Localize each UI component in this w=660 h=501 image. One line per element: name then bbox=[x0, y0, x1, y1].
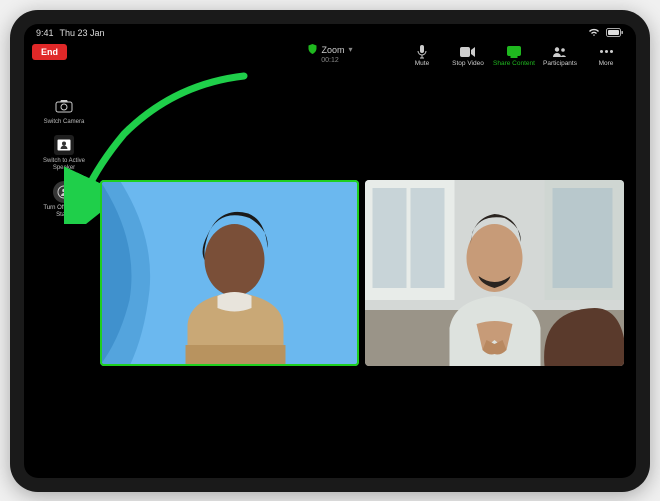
meeting-timer: 00:12 bbox=[321, 57, 339, 64]
video-tile-self[interactable] bbox=[100, 180, 359, 366]
stop-video-button[interactable]: Stop Video bbox=[446, 44, 490, 67]
center-stage-label: Turn Off Center Stage bbox=[36, 205, 92, 218]
switch-speaker-button[interactable]: Switch to Active Speaker bbox=[36, 135, 92, 171]
switch-camera-button[interactable]: Switch Camera bbox=[44, 96, 85, 126]
video-camera-icon bbox=[460, 44, 476, 60]
zoom-controls: Mute Stop Video Share Content bbox=[400, 44, 628, 67]
share-content-button[interactable]: Share Content bbox=[492, 44, 536, 67]
ipad-device-frame: 9:41 Thu 23 Jan End bbox=[10, 10, 650, 492]
stop-video-label: Stop Video bbox=[452, 60, 484, 67]
share-screen-icon bbox=[507, 44, 521, 60]
switch-camera-label: Switch Camera bbox=[44, 119, 85, 126]
mute-label: Mute bbox=[415, 60, 429, 67]
encryption-shield-icon bbox=[307, 44, 317, 56]
center-stage-button[interactable]: Turn Off Center Stage bbox=[36, 181, 92, 218]
meeting-title: Zoom bbox=[321, 45, 344, 55]
meeting-title-area[interactable]: Zoom ▾ 00:12 bbox=[307, 44, 352, 64]
status-bar: 9:41 Thu 23 Jan bbox=[24, 24, 636, 40]
switch-speaker-label: Switch to Active Speaker bbox=[36, 158, 92, 171]
center-stage-icon bbox=[53, 181, 75, 203]
status-date: Thu 23 Jan bbox=[60, 28, 105, 38]
status-time: 9:41 bbox=[36, 28, 54, 38]
active-speaker-icon bbox=[54, 135, 74, 155]
wifi-icon bbox=[588, 28, 600, 37]
more-button[interactable]: More bbox=[584, 44, 628, 67]
camera-switch-icon bbox=[54, 96, 74, 116]
mute-button[interactable]: Mute bbox=[400, 44, 444, 67]
end-button[interactable]: End bbox=[32, 44, 67, 60]
video-tile-participant[interactable] bbox=[365, 180, 624, 366]
participants-icon bbox=[552, 44, 568, 60]
more-icon bbox=[600, 44, 613, 60]
side-panel: Switch Camera Switch to Active Speaker T… bbox=[34, 96, 94, 219]
chevron-down-icon: ▾ bbox=[349, 45, 353, 54]
video-grid bbox=[100, 180, 624, 366]
participants-button[interactable]: Participants bbox=[538, 44, 582, 67]
microphone-icon bbox=[416, 44, 428, 60]
share-content-label: Share Content bbox=[493, 60, 535, 67]
screen: 9:41 Thu 23 Jan End bbox=[24, 24, 636, 478]
participants-label: Participants bbox=[543, 60, 577, 67]
zoom-top-bar: End Zoom ▾ 00:12 Mute bbox=[24, 40, 636, 78]
battery-icon bbox=[606, 28, 624, 37]
more-label: More bbox=[599, 60, 614, 67]
